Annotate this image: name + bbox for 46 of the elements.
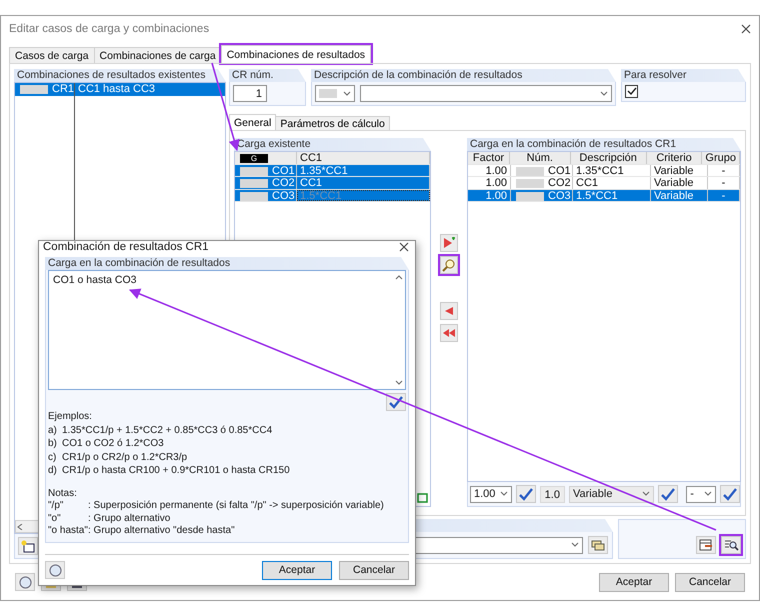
group-label: CC1: [297, 152, 430, 164]
table-row[interactable]: 1.00 CO3 1.5*CC1 Variable -: [468, 190, 740, 202]
table-row[interactable]: CO3 1.5*CC1: [235, 190, 430, 202]
example-line: d) CR1/p o hasta CR100 + 0.9*CR101 o hasta CR150: [48, 464, 291, 478]
group-badge: G: [240, 154, 268, 163]
panel-header: Carga en la combinación de resultados CR1: [467, 138, 741, 151]
table-row[interactable]: CO2 CC1: [235, 177, 430, 190]
note-line: "o hasta": Grupo alternativo "desde hasta": [48, 525, 236, 538]
column-header: Grupo: [702, 152, 740, 164]
number-field[interactable]: 1: [233, 85, 267, 102]
accept-button[interactable]: Aceptar: [262, 560, 332, 580]
table-row[interactable]: CO1 1.35*CC1: [235, 164, 430, 177]
accept-button[interactable]: Aceptar: [599, 572, 669, 592]
group-dropdown[interactable]: -: [686, 486, 716, 502]
criterion-factor: 1.0: [540, 486, 565, 502]
list-row[interactable]: CR1 CC1 hasta CC3: [15, 83, 225, 96]
notes-title: Notas:: [48, 488, 78, 500]
column-header: Factor: [468, 152, 510, 164]
field-label: CR núm.: [229, 69, 306, 82]
formula-field[interactable]: CO1 o hasta CO3: [48, 270, 406, 390]
note-line: "/p" : Superposición permanente (si falta "/p" -> superposición variable): [48, 500, 385, 512]
window-title: Editar casos de carga y combinaciones: [9, 22, 210, 34]
cancel-button[interactable]: Cancelar: [675, 572, 745, 592]
table-row[interactable]: 1.00 CO1 1.35*CC1 Variable -: [468, 164, 740, 177]
tab[interactable]: Parámetros de cálculo: [275, 116, 390, 130]
table-row[interactable]: 1.00 CO2 CC1 Variable -: [468, 177, 740, 190]
factor-dropdown[interactable]: 1.00: [470, 486, 512, 502]
panel-header: Combinaciones de resultados existentes: [14, 69, 226, 82]
tab[interactable]: Combinaciones de resultados: [220, 45, 372, 63]
column-header: Descripción: [570, 152, 647, 164]
example-line: a) 1.35*CC1/p + 1.5*CC2 + 0.85*CC3 ó 0.85*CC4: [48, 424, 274, 437]
dialog-title: Combinación de resultados CR1: [43, 241, 209, 253]
cancel-button[interactable]: Cancelar: [339, 560, 409, 580]
tab[interactable]: General: [229, 114, 276, 130]
criterion-dropdown[interactable]: Variable: [568, 486, 654, 502]
examples-title: Ejemplos:: [48, 411, 93, 424]
tab[interactable]: Casos de carga: [9, 47, 95, 63]
example-line: b) CO1 o CO2 ó 1.2*CO3: [48, 437, 165, 450]
example-line: c) CR1/p o CR2/p o 1.2*CR3/p: [48, 450, 188, 464]
note-line: "o" : Grupo alternativo: [48, 512, 172, 525]
panel-header: Carga en la combinación de resultados: [45, 257, 409, 270]
field-label: Para resolver: [621, 69, 746, 82]
column-header: Núm.: [510, 152, 571, 164]
field-label: Descripción de la combinación de resultados: [311, 69, 616, 82]
tab[interactable]: Combinaciones de carga: [94, 47, 222, 63]
column-header: Criterio: [646, 152, 702, 164]
